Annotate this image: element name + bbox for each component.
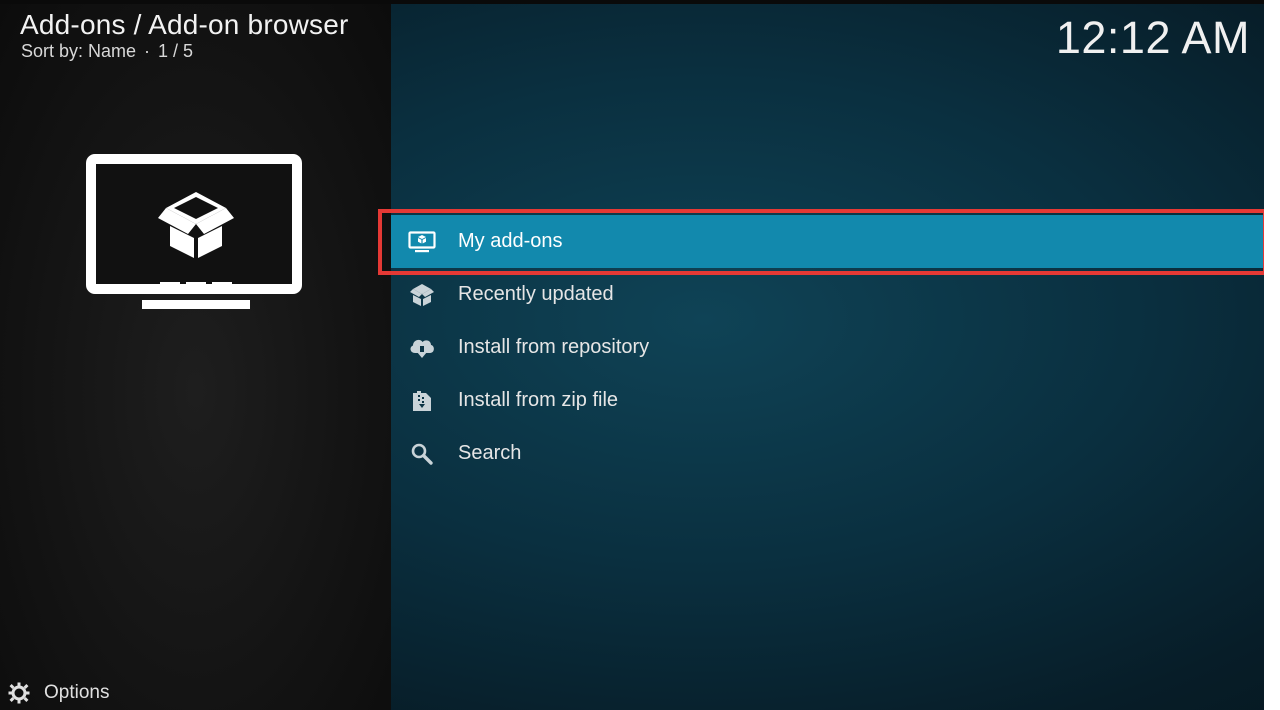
clock: 12:12 AM — [1055, 12, 1250, 63]
sort-info: Sort by: Name · 1 / 5 — [21, 41, 193, 62]
menu-item-label: Search — [458, 442, 522, 464]
menu-item-label: My add-ons — [458, 230, 563, 252]
menu-item-install-from-repository[interactable]: Install from repository — [391, 321, 1264, 374]
sort-separator: · — [144, 41, 151, 61]
addon-menu: My add-ons Recently updated Install from… — [391, 215, 1264, 480]
menu-item-recently-updated[interactable]: Recently updated — [391, 268, 1264, 321]
search-icon — [407, 441, 437, 467]
item-position: 1 / 5 — [158, 41, 194, 61]
box-icon — [407, 282, 437, 308]
options-button[interactable]: Options — [8, 680, 109, 706]
addon-box-monitor-icon — [86, 154, 302, 309]
menu-item-my-addons[interactable]: My add-ons — [391, 215, 1264, 268]
breadcrumb: Add-ons / Add-on browser — [20, 9, 349, 40]
menu-item-label: Install from zip file — [458, 389, 619, 411]
cloud-download-icon — [407, 335, 437, 361]
kodi-screen: Add-ons / Add-on browser Sort by: Name · 1… — [0, 0, 1280, 710]
menu-item-label: Recently updated — [458, 283, 614, 305]
menu-item-search[interactable]: Search — [391, 427, 1264, 480]
monitor-icon — [407, 229, 437, 255]
sort-label: Sort by: Name — [21, 41, 137, 61]
left-info-panel — [0, 0, 391, 710]
zip-icon — [407, 388, 437, 414]
menu-item-label: Install from repository — [458, 336, 650, 358]
right-edge-strip — [1264, 0, 1280, 710]
menu-item-install-from-zip[interactable]: Install from zip file — [391, 374, 1264, 427]
options-icon — [8, 682, 30, 704]
options-label: Options — [44, 682, 110, 703]
top-strip — [0, 0, 1280, 4]
